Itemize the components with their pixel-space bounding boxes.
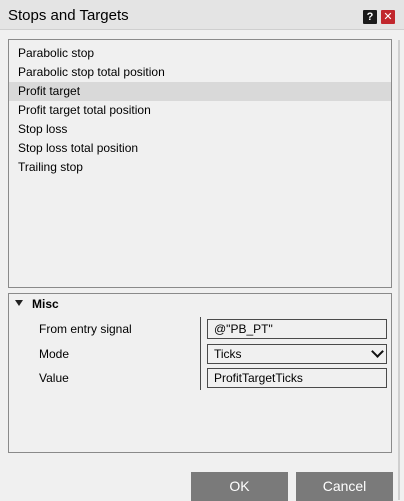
cancel-button[interactable]: Cancel bbox=[296, 472, 393, 501]
list-item-profit-target-total-position[interactable]: Profit target total position bbox=[9, 101, 391, 120]
list-item-stop-loss[interactable]: Stop loss bbox=[9, 120, 391, 139]
value-field[interactable]: ProfitTargetTicks bbox=[207, 368, 387, 388]
from-entry-signal-field[interactable]: @"PB_PT" bbox=[207, 319, 387, 339]
list-item-trailing-stop[interactable]: Trailing stop bbox=[9, 158, 391, 177]
list-item-stop-loss-total-position[interactable]: Stop loss total position bbox=[9, 139, 391, 158]
category-label: Misc bbox=[32, 297, 59, 311]
list-item-parabolic-stop[interactable]: Parabolic stop bbox=[9, 44, 391, 63]
window-edge-divider bbox=[398, 40, 400, 500]
mode-label: Mode bbox=[39, 347, 70, 361]
value-label: Value bbox=[39, 371, 69, 385]
close-icon[interactable]: ✕ bbox=[381, 10, 395, 24]
property-grid: Misc From entry signal @"PB_PT" Mode Tic… bbox=[8, 293, 392, 453]
stop-target-type-list[interactable]: Parabolic stop Parabolic stop total posi… bbox=[8, 39, 392, 288]
list-item-profit-target[interactable]: Profit target bbox=[9, 82, 391, 101]
window-title: Stops and Targets bbox=[8, 7, 129, 24]
category-header-misc[interactable]: Misc bbox=[9, 294, 391, 316]
collapse-arrow-icon[interactable] bbox=[15, 300, 23, 306]
title-bar[interactable]: Stops and Targets ? ✕ bbox=[0, 0, 404, 30]
mode-dropdown[interactable]: Ticks bbox=[207, 344, 387, 364]
help-icon[interactable]: ? bbox=[363, 10, 377, 24]
list-item-parabolic-stop-total-position[interactable]: Parabolic stop total position bbox=[9, 63, 391, 82]
mode-selected-value: Ticks bbox=[214, 347, 242, 361]
stops-and-targets-dialog: Stops and Targets ? ✕ Parabolic stop Par… bbox=[0, 0, 404, 501]
ok-button[interactable]: OK bbox=[191, 472, 288, 501]
from-entry-signal-label: From entry signal bbox=[39, 322, 132, 336]
column-divider[interactable] bbox=[200, 317, 201, 390]
chevron-down-icon[interactable] bbox=[371, 345, 384, 358]
